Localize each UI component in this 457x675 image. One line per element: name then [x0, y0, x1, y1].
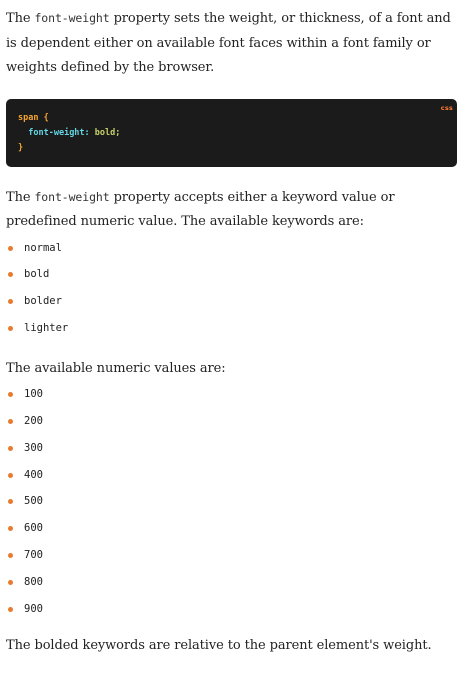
intro-prefix: The — [6, 11, 35, 26]
bullet-icon — [8, 526, 13, 532]
bullet-icon — [8, 552, 13, 558]
keyword-text: bold — [24, 268, 50, 281]
numeric-text: 100 — [24, 388, 43, 401]
bullet-icon — [8, 245, 13, 251]
list-item-keyword: lighter — [6, 315, 451, 342]
numeric-intro-paragraph: The available numeric values are: — [6, 360, 226, 376]
bullet-icon — [8, 272, 13, 278]
list-item-numeric: 900 — [6, 596, 451, 623]
list-item-numeric: 700 — [6, 542, 451, 569]
keywords-intro-paragraph: The font-weight property accepts either … — [6, 185, 451, 235]
bullet-icon — [8, 445, 13, 451]
keyword-text: bolder — [24, 295, 62, 308]
code-line-1: span { — [18, 111, 457, 126]
code-value: bold — [94, 127, 116, 138]
inline-code-font-weight: font-weight — [34, 11, 110, 25]
article-content: The font-weight property sets the weight… — [6, 6, 457, 659]
code-block: css span { font-weight: bold; } — [6, 98, 457, 167]
list-item-numeric: 200 — [6, 408, 451, 435]
keyword-text: lighter — [24, 321, 69, 334]
keyword-text: normal — [24, 241, 62, 254]
bullet-icon — [8, 499, 13, 505]
list-item-keyword: normal — [6, 235, 451, 262]
bullet-icon — [8, 392, 13, 398]
bullet-icon — [8, 325, 13, 331]
numeric-text: 900 — [24, 602, 43, 615]
list-item-numeric: 400 — [6, 462, 451, 489]
numeric-values-list: 100 200 300 400 500 600 700 800 900 — [6, 381, 451, 622]
numeric-text: 800 — [24, 575, 43, 588]
bullet-icon — [8, 606, 13, 612]
cut-off-paragraph: The bolded keywords are relative to the … — [6, 638, 432, 654]
code-semicolon: ; — [115, 127, 121, 138]
list-item-numeric: 300 — [6, 435, 451, 462]
numeric-text: 200 — [24, 414, 43, 427]
numeric-text: 400 — [24, 468, 43, 481]
list-item-keyword: bold — [6, 261, 451, 288]
numeric-text: 700 — [24, 548, 43, 561]
list-item-numeric: 600 — [6, 515, 451, 542]
numeric-text: 300 — [24, 441, 43, 454]
numeric-text: 600 — [24, 522, 43, 535]
code-language-label: css — [440, 103, 453, 112]
code-selector: span — [18, 112, 39, 123]
numeric-text: 500 — [24, 495, 43, 508]
code-close-brace: } — [18, 142, 24, 153]
code-line-3: } — [18, 141, 457, 156]
bullet-icon — [8, 579, 13, 585]
code-colon: : — [84, 127, 95, 138]
inline-code-font-weight-2: font-weight — [34, 189, 110, 204]
keywords-list: normal bold bolder lighter — [6, 235, 451, 342]
list-item-numeric: 100 — [6, 381, 451, 408]
list-item-keyword: bolder — [6, 288, 451, 315]
list-item-numeric: 800 — [6, 569, 451, 596]
list-item-numeric: 500 — [6, 488, 451, 515]
code-open-brace: { — [38, 112, 49, 123]
keywords-intro-prefix: The — [6, 189, 35, 205]
bullet-icon — [8, 418, 13, 424]
bullet-icon — [8, 472, 13, 478]
bullet-icon — [8, 299, 13, 305]
code-line-2: font-weight: bold; — [18, 126, 457, 141]
code-property: font-weight — [28, 127, 85, 138]
intro-paragraph: The font-weight property sets the weight… — [6, 6, 451, 81]
